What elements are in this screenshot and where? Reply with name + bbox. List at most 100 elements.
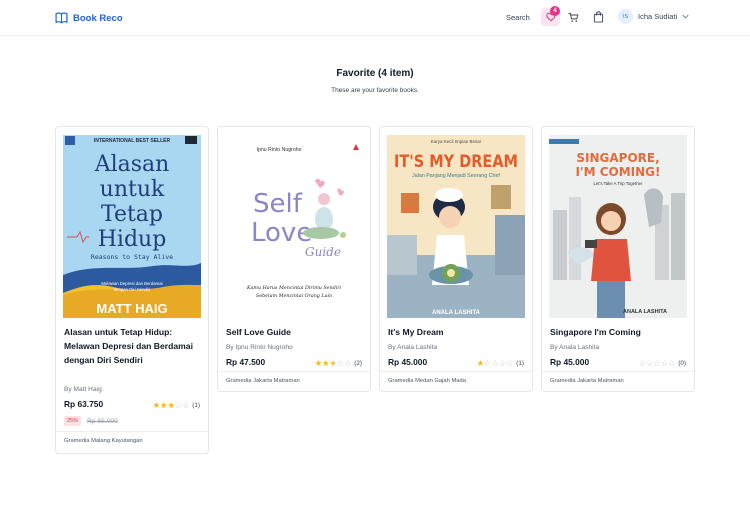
store-name: Gramedia Jakarta Matraman [550, 378, 624, 384]
cover-line: Alasan [94, 152, 170, 177]
cover-tagline: Reasons to Stay Alive [91, 253, 173, 261]
store-name: Gramedia Medan Gajah Mada [388, 378, 466, 384]
page-subtitle: These are your favorite books. [331, 87, 419, 94]
cover-author: Ipnu Rinto Nugroho [257, 147, 302, 153]
book-author: By Matt Haig [64, 386, 102, 393]
rating-count: (2) [354, 360, 362, 367]
cover-word: Guide [305, 245, 341, 259]
book-price: Rp 63.750 [64, 399, 104, 409]
cover-desc: dengan Diri Sendiri [114, 287, 151, 292]
user-menu[interactable]: IS Icha Sudiati [618, 9, 689, 24]
book-title[interactable]: Singapore I'm Coming [550, 325, 690, 339]
book-cover-art: Karya Kecil Impian Besar IT'S MY DREAM J… [387, 135, 525, 318]
cover-sub: Jalan Panjang Menjadi Seorang Chef [412, 173, 500, 179]
cover-line: Tetap [101, 202, 163, 227]
store-name: Gramedia Malang Kayutangan [64, 438, 143, 444]
book-author: By Anala Lashita [388, 344, 438, 351]
book-card[interactable]: SINGAPORE, I'M COMING! Let's Take A Trip… [541, 126, 695, 392]
star-icon: ☆ [645, 358, 654, 368]
star-icon: ☆ [491, 358, 499, 368]
star-icon: ☆ [498, 358, 507, 368]
cover-word: Self [253, 189, 303, 219]
avatar: IS [618, 9, 633, 24]
page-title: Favorite (4 item) [336, 68, 414, 79]
cover-tagline: Kamu Harus Mencintai Dirimu Sendiri [246, 285, 341, 291]
star-icon: ★ [321, 358, 330, 368]
star-icon: ☆ [343, 358, 352, 368]
discount-row: 25% Rp 85.000 [64, 416, 118, 426]
book-cover-art: INTERNATIONAL BEST SELLER Alasan untuk T… [63, 135, 201, 318]
rating: ★ ★ ★ ☆ ☆ (1) [153, 401, 200, 410]
cover-line: Hidup [98, 227, 167, 252]
top-navbar: Book Reco Search 4 IS Icha Sudiati [0, 0, 750, 36]
book-cover: SINGAPORE, I'M COMING! Let's Take A Trip… [549, 135, 687, 318]
book-open-icon [55, 12, 68, 24]
star-icon: ☆ [660, 358, 669, 368]
star-icon: ★ [152, 400, 161, 410]
store-name: Gramedia Jakarta Matraman [226, 378, 300, 384]
rating-count: (1) [192, 402, 200, 409]
star-icon: ☆ [181, 400, 190, 410]
cover-line: SINGAPORE, [576, 151, 659, 165]
star-icon: ☆ [174, 400, 183, 410]
book-price: Rp 47.500 [226, 357, 266, 367]
rating-count: (1) [516, 360, 524, 367]
book-title[interactable]: Alasan untuk Tetap Hidup: Melawan Depres… [64, 325, 204, 367]
star-icon: ★ [314, 358, 323, 368]
discount-badge: 25% [64, 416, 82, 426]
brand-name: Book Reco [73, 12, 123, 24]
book-price: Rp 45.000 [388, 357, 428, 367]
star-icon: ★ [476, 358, 485, 368]
rating: ★ ★ ★ ☆ ☆ (2) [315, 359, 362, 368]
brand-logo[interactable]: Book Reco [55, 12, 123, 24]
favorites-button[interactable]: 4 [541, 6, 560, 26]
star-icon: ☆ [667, 358, 676, 368]
shopping-bag-icon[interactable] [593, 11, 604, 23]
cart-icon[interactable] [568, 12, 579, 23]
divider [380, 371, 532, 372]
star-icon: ☆ [653, 358, 661, 368]
cover-tagline: Sebelum Mencintai Orang Lain [256, 293, 332, 299]
book-cover: Ipnu Rinto Nugroho Self Love Guide Kamu … [225, 135, 363, 318]
cover-desc: Melawan Depresi dan Berdamai [101, 281, 162, 286]
cover-author: ANALA LASHITA [432, 310, 481, 316]
star-icon: ★ [167, 400, 175, 410]
star-icon: ★ [159, 400, 168, 410]
book-cover-art: SINGAPORE, I'M COMING! Let's Take A Trip… [549, 135, 687, 318]
divider [542, 371, 694, 372]
favorites-count-badge: 4 [550, 6, 560, 16]
rating: ★ ☆ ☆ ☆ ☆ (1) [477, 359, 524, 368]
cover-author: ANALA LASHITA [623, 309, 667, 315]
cover-line: untuk [100, 177, 165, 202]
book-cover-art: Ipnu Rinto Nugroho Self Love Guide Kamu … [225, 135, 363, 318]
rating-count: (0) [678, 360, 686, 367]
star-icon: ☆ [336, 358, 345, 368]
cover-banner: INTERNATIONAL BEST SELLER [94, 138, 171, 144]
cover-big: IT'S MY DREAM [394, 152, 518, 172]
star-icon: ★ [329, 358, 337, 368]
book-price: Rp 45.000 [550, 357, 590, 367]
rating: ☆ ☆ ☆ ☆ ☆ (0) [639, 359, 686, 368]
chevron-down-icon [682, 14, 689, 19]
original-price: Rp 85.000 [87, 417, 118, 425]
book-cover: Karya Kecil Impian Besar IT'S MY DREAM J… [387, 135, 525, 318]
cover-author: MATT HAIG [96, 301, 167, 316]
book-card[interactable]: INTERNATIONAL BEST SELLER Alasan untuk T… [55, 126, 209, 454]
cover-line: I'M COMING! [575, 165, 660, 179]
book-author: By Ipnu Rinto Nugroho [226, 344, 293, 351]
cover-sub: Let's Take A Trip Together [594, 181, 643, 186]
divider [218, 371, 370, 372]
cover-top: Karya Kecil Impian Besar [431, 139, 482, 144]
star-icon: ☆ [483, 358, 492, 368]
user-name: Icha Sudiati [638, 12, 678, 21]
book-author: By Anala Lashita [550, 344, 600, 351]
search-link[interactable]: Search [506, 13, 530, 22]
book-card[interactable]: Ipnu Rinto Nugroho Self Love Guide Kamu … [217, 126, 371, 392]
book-card[interactable]: Karya Kecil Impian Besar IT'S MY DREAM J… [379, 126, 533, 392]
divider [56, 431, 208, 432]
book-cover: INTERNATIONAL BEST SELLER Alasan untuk T… [63, 135, 201, 318]
book-title[interactable]: It's My Dream [388, 325, 528, 339]
book-title[interactable]: Self Love Guide [226, 325, 366, 339]
star-icon: ☆ [505, 358, 514, 368]
star-icon: ☆ [638, 358, 647, 368]
